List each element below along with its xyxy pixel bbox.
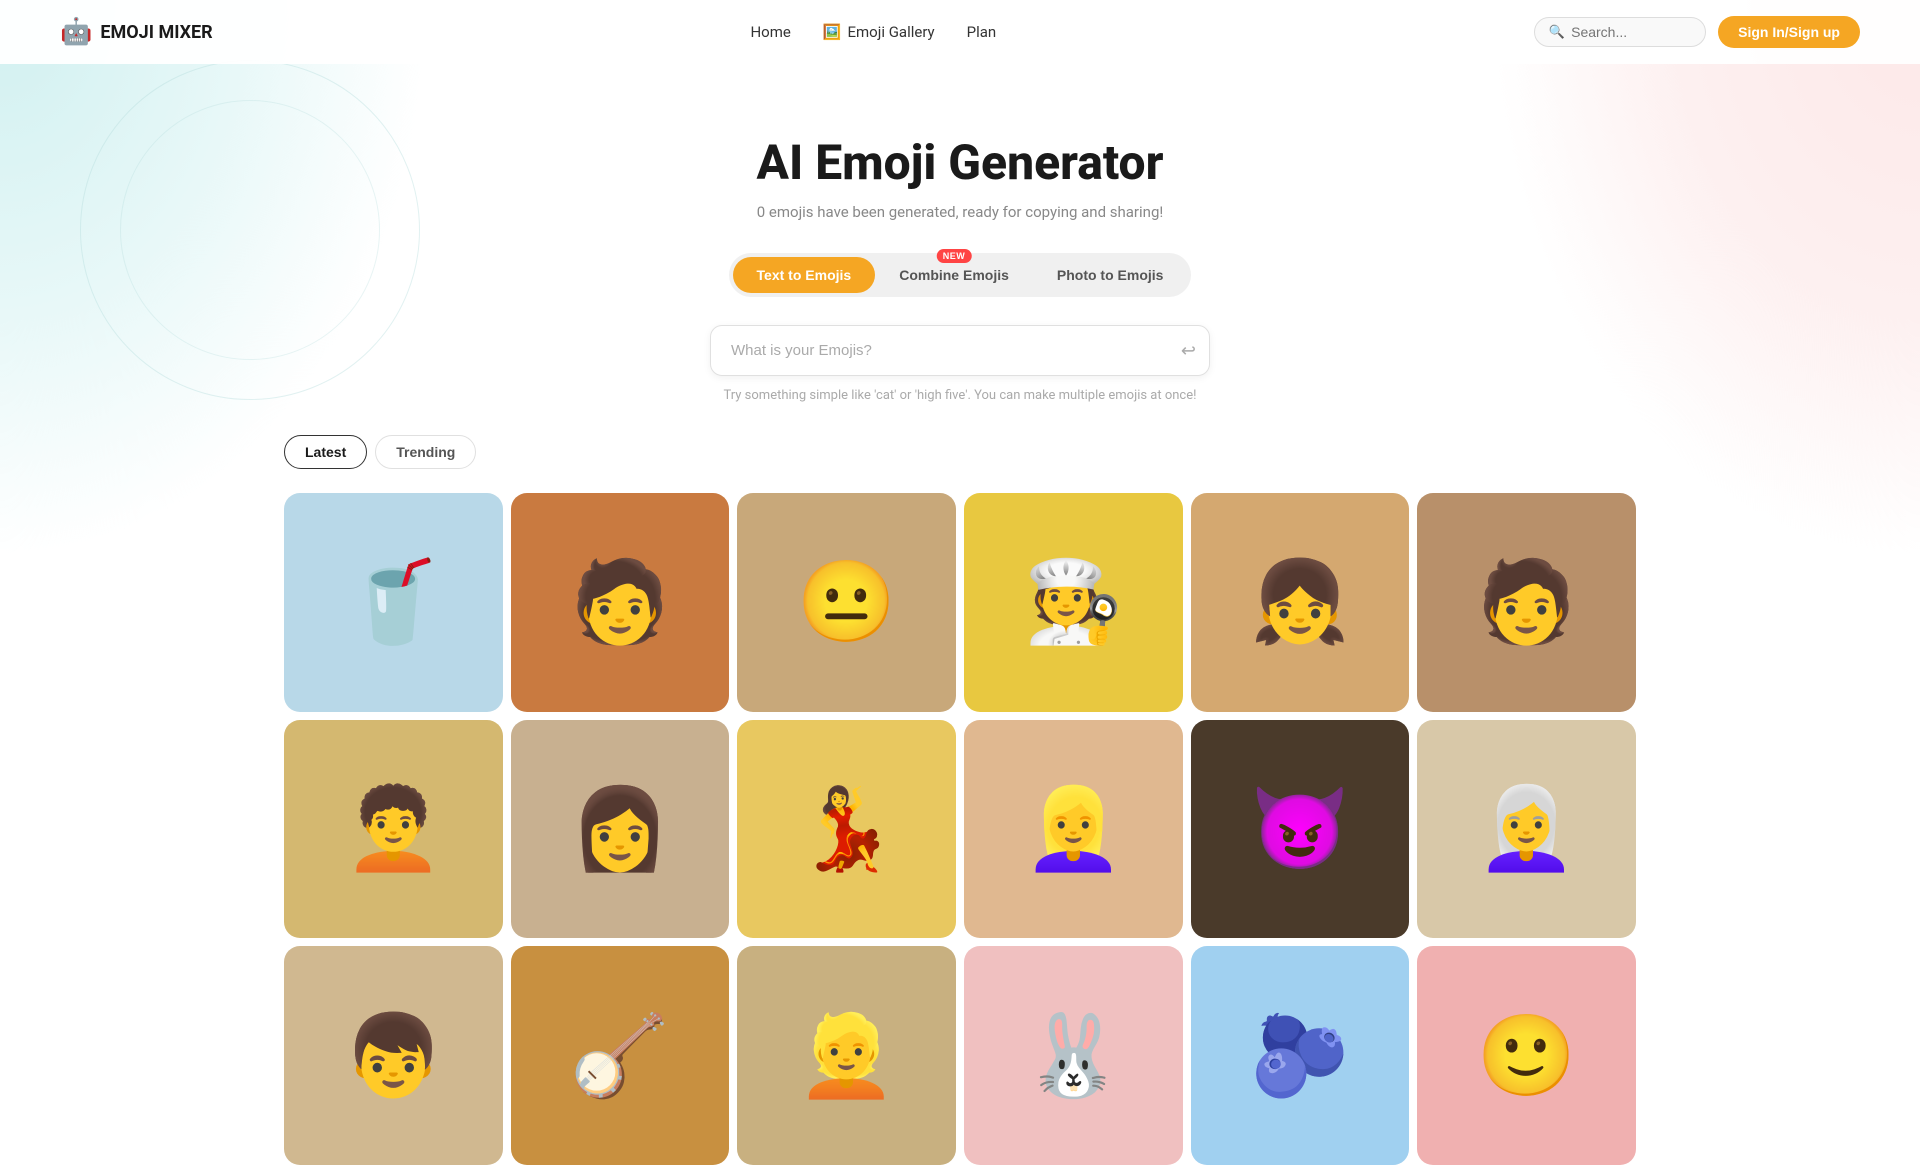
- new-badge: NEW: [937, 249, 972, 263]
- emoji-card-8[interactable]: 👩: [511, 720, 730, 939]
- emoji-content: 💃: [737, 720, 956, 939]
- filter-tabs: Latest Trending: [0, 435, 1920, 469]
- emoji-content: 🪕: [511, 946, 730, 1165]
- gallery-icon: 🖼️: [823, 23, 842, 41]
- search-icon: 🔍: [1549, 25, 1565, 40]
- emoji-content: 🧑‍🍳: [964, 493, 1183, 712]
- nav-right: 🔍 Sign In/Sign up: [1534, 16, 1860, 48]
- filter-latest[interactable]: Latest: [284, 435, 367, 469]
- emoji-card-10[interactable]: 👱‍♀️: [964, 720, 1183, 939]
- emoji-content: 👦: [284, 946, 503, 1165]
- nav-links: Home 🖼️ Emoji Gallery Plan: [750, 23, 996, 41]
- filter-trending[interactable]: Trending: [375, 435, 476, 469]
- emoji-content: 😈: [1191, 720, 1410, 939]
- emoji-card-13[interactable]: 👦: [284, 946, 503, 1165]
- hero-title: AI Emoji Generator: [0, 134, 1920, 191]
- emoji-card-7[interactable]: 🧑‍🦱: [284, 720, 503, 939]
- emoji-card-16[interactable]: 🐰: [964, 946, 1183, 1165]
- signin-button[interactable]: Sign In/Sign up: [1718, 16, 1860, 48]
- navbar: 🤖 EMOJI MIXER Home 🖼️ Emoji Gallery Plan…: [0, 0, 1920, 64]
- emoji-content: 🙂: [1417, 946, 1636, 1165]
- hero-subtitle: 0 emojis have been generated, ready for …: [0, 203, 1920, 221]
- emoji-card-15[interactable]: 👱: [737, 946, 956, 1165]
- tab-photo-to-emojis[interactable]: Photo to Emojis: [1033, 257, 1188, 293]
- emoji-card-5[interactable]: 👧: [1191, 493, 1410, 712]
- emoji-card-14[interactable]: 🪕: [511, 946, 730, 1165]
- emoji-content: 🧑: [1417, 493, 1636, 712]
- emoji-content: 🧑‍🦱: [284, 720, 503, 939]
- emoji-content: 🥤: [284, 493, 503, 712]
- emoji-card-11[interactable]: 😈: [1191, 720, 1410, 939]
- emoji-card-18[interactable]: 🙂: [1417, 946, 1636, 1165]
- emoji-content: 👱: [737, 946, 956, 1165]
- emoji-card-4[interactable]: 🧑‍🍳: [964, 493, 1183, 712]
- main-content: AI Emoji Generator 0 emojis have been ge…: [0, 64, 1920, 1165]
- enter-icon[interactable]: ↩: [1181, 340, 1196, 361]
- tab-switcher: Text to Emojis NEW Combine Emojis Photo …: [729, 253, 1192, 297]
- nav-gallery[interactable]: 🖼️ Emoji Gallery: [823, 23, 935, 41]
- emoji-content: 👩‍🦳: [1417, 720, 1636, 939]
- emoji-card-12[interactable]: 👩‍🦳: [1417, 720, 1636, 939]
- emoji-content: 🐰: [964, 946, 1183, 1165]
- nav-home[interactable]: Home: [750, 23, 790, 41]
- search-box[interactable]: 🔍: [1534, 17, 1706, 47]
- logo-icon: 🤖: [60, 17, 92, 47]
- search-input[interactable]: [1571, 24, 1691, 40]
- logo-text: EMOJI MIXER: [100, 22, 212, 43]
- input-hint: Try something simple like 'cat' or 'high…: [0, 388, 1920, 403]
- tab-combine-emojis[interactable]: NEW Combine Emojis: [875, 257, 1033, 293]
- emoji-card-2[interactable]: 🧑: [511, 493, 730, 712]
- emoji-card-6[interactable]: 🧑: [1417, 493, 1636, 712]
- emoji-content: 🧑: [511, 493, 730, 712]
- logo[interactable]: 🤖 EMOJI MIXER: [60, 17, 213, 47]
- emoji-card-3[interactable]: 😐: [737, 493, 956, 712]
- emoji-grid: 🥤🧑😐🧑‍🍳👧🧑🧑‍🦱👩💃👱‍♀️😈👩‍🦳👦🪕👱🐰🫐🙂: [0, 493, 1920, 1165]
- emoji-content: 🫐: [1191, 946, 1410, 1165]
- emoji-content: 👱‍♀️: [964, 720, 1183, 939]
- emoji-input[interactable]: [710, 325, 1210, 376]
- tab-text-to-emojis[interactable]: Text to Emojis: [733, 257, 876, 293]
- emoji-card-1[interactable]: 🥤: [284, 493, 503, 712]
- nav-plan[interactable]: Plan: [967, 23, 997, 41]
- input-wrapper: ↩: [710, 325, 1210, 376]
- emoji-card-9[interactable]: 💃: [737, 720, 956, 939]
- emoji-content: 😐: [737, 493, 956, 712]
- emoji-content: 👧: [1191, 493, 1410, 712]
- emoji-content: 👩: [511, 720, 730, 939]
- emoji-card-17[interactable]: 🫐: [1191, 946, 1410, 1165]
